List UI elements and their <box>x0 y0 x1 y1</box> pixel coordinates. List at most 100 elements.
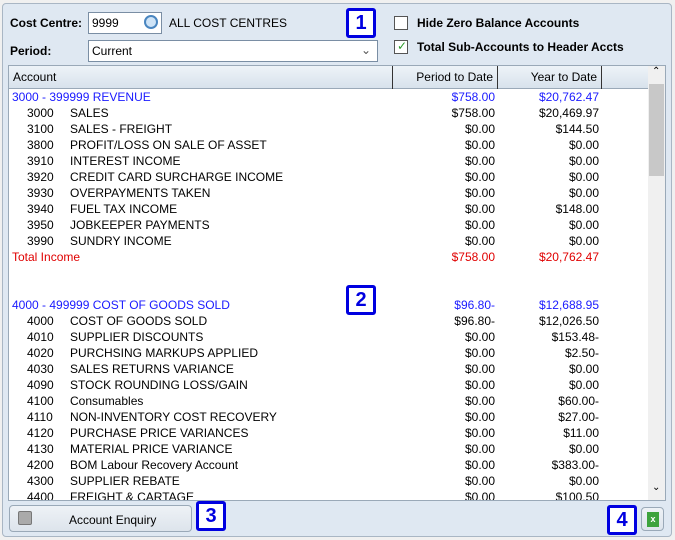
account-name: SALES <box>70 106 109 120</box>
scroll-up-icon[interactable]: ⌃ <box>652 66 660 77</box>
account-code: 3000 <box>27 106 54 120</box>
account-code: 4090 <box>27 378 54 392</box>
year-to-date-value: $27.00- <box>558 410 599 424</box>
scrollbar-thumb[interactable] <box>649 84 664 176</box>
hide-zero-label: Hide Zero Balance Accounts <box>417 16 580 30</box>
table-row[interactable]: 3940 FUEL TAX INCOME $0.00 $148.00 <box>9 201 649 217</box>
period-to-date-value: $0.00 <box>464 490 495 501</box>
table-row[interactable]: 4130 MATERIAL PRICE VARIANCE $0.00 $0.00 <box>9 441 649 457</box>
account-code: 3950 <box>27 218 54 232</box>
table-row[interactable]: 4030 SALES RETURNS VARIANCE $0.00 $0.00 <box>9 361 649 377</box>
table-row[interactable]: 3950 JOBKEEPER PAYMENTS $0.00 $0.00 <box>9 217 649 233</box>
account-code: 4030 <box>27 362 54 376</box>
account-code: 3800 <box>27 138 54 152</box>
period-to-date-value: $758.00 <box>451 106 495 120</box>
table-row[interactable]: 4120 PURCHASE PRICE VARIANCES $0.00 $11.00 <box>9 425 649 441</box>
account-code: 4020 <box>27 346 54 360</box>
year-to-date-value: $0.00 <box>568 234 599 248</box>
table-row[interactable]: 4000 COST OF GOODS SOLD $96.80- $12,026.50 <box>9 313 649 329</box>
column-header-account[interactable]: Account <box>9 66 393 89</box>
table-row[interactable]: 3920 CREDIT CARD SURCHARGE INCOME $0.00 $0.… <box>9 169 649 185</box>
checkmark-icon: ✓ <box>397 39 408 53</box>
table-row[interactable]: 4400 FREIGHT & CARTAGE $0.00 $100.50 <box>9 489 649 501</box>
blank-row <box>9 265 649 281</box>
account-code: 4400 <box>27 490 54 501</box>
account-name: Consumables <box>70 394 144 408</box>
year-to-date-value: $0.00 <box>568 154 599 168</box>
table-row[interactable]: 3000 SALES $758.00 $20,469.97 <box>9 105 649 121</box>
account-name: PURCHSING MARKUPS APPLIED <box>70 346 259 360</box>
account-name: BOM Labour Recovery Account <box>70 458 239 472</box>
scroll-down-icon[interactable]: ⌄ <box>652 482 660 493</box>
account-name: OVERPAYMENTS TAKEN <box>70 186 211 200</box>
year-to-date-value: $0.00 <box>568 186 599 200</box>
year-to-date-value: $12,688.95 <box>538 298 599 312</box>
year-to-date-value: $0.00 <box>568 170 599 184</box>
period-to-date-value: $0.00 <box>464 410 495 424</box>
account-name: MATERIAL PRICE VARIANCE <box>70 442 233 456</box>
account-name: SUPPLIER DISCOUNTS <box>70 330 204 344</box>
table-row[interactable]: 4200 BOM Labour Recovery Account $0.00 $383… <box>9 457 649 473</box>
table-row[interactable]: 3990 SUNDRY INCOME $0.00 $0.00 <box>9 233 649 249</box>
period-to-date-value: $0.00 <box>464 138 495 152</box>
search-icon[interactable] <box>144 15 158 29</box>
group-row[interactable]: 3000 - 399999 REVENUE $758.00 $20,762.47 <box>9 89 649 105</box>
account-enquiry-icon <box>18 511 32 525</box>
period-to-date-value: $0.00 <box>464 170 495 184</box>
account-name: SUPPLIER REBATE <box>70 474 180 488</box>
account-enquiry-button[interactable]: Account Enquiry <box>9 505 192 532</box>
table-row[interactable]: 4020 PURCHSING MARKUPS APPLIED $0.00 $2.50- <box>9 345 649 361</box>
account-code: 4000 <box>27 314 54 328</box>
total-sub-accounts-checkbox[interactable]: ✓ <box>394 39 408 54</box>
account-code: 4130 <box>27 442 54 456</box>
vertical-scrollbar[interactable]: ⌃ ⌄ <box>648 66 665 500</box>
cost-centre-name: ALL COST CENTRES <box>169 16 288 30</box>
cost-centre-input[interactable]: 9999 <box>88 12 162 34</box>
table-row[interactable]: 3910 INTEREST INCOME $0.00 $0.00 <box>9 153 649 169</box>
year-to-date-value: $20,469.97 <box>538 106 599 120</box>
period-to-date-value: $0.00 <box>464 234 495 248</box>
table-row[interactable]: 4110 NON-INVENTORY COST RECOVERY $0.00 $27.… <box>9 409 649 425</box>
cost-centre-label: Cost Centre: <box>10 16 83 30</box>
account-code: 4300 <box>27 474 54 488</box>
group-row[interactable]: 4000 - 499999 COST OF GOODS SOLD $96.80- $… <box>9 297 649 313</box>
year-to-date-value: $144.50 <box>555 122 599 136</box>
account-label: Total Income <box>12 250 81 264</box>
year-to-date-value: $20,762.47 <box>538 250 599 264</box>
account-name: FREIGHT & CARTAGE <box>70 490 195 501</box>
period-to-date-value: $0.00 <box>464 426 495 440</box>
account-code: 3930 <box>27 186 54 200</box>
year-to-date-value: $0.00 <box>568 378 599 392</box>
export-excel-button[interactable]: x <box>641 507 664 531</box>
table-row[interactable]: 4090 STOCK ROUNDING LOSS/GAIN $0.00 $0.00 <box>9 377 649 393</box>
column-header-period-to-date[interactable]: Period to Date <box>393 66 498 89</box>
account-name: JOBKEEPER PAYMENTS <box>70 218 210 232</box>
table-row[interactable]: 3100 SALES - FREIGHT $0.00 $144.50 <box>9 121 649 137</box>
account-name: NON-INVENTORY COST RECOVERY <box>70 410 277 424</box>
account-name: SUNDRY INCOME <box>70 234 172 248</box>
hide-zero-checkbox[interactable] <box>394 16 408 30</box>
year-to-date-value: $12,026.50 <box>538 314 599 328</box>
account-code: 3920 <box>27 170 54 184</box>
table-row[interactable]: 4100 Consumables $0.00 $60.00- <box>9 393 649 409</box>
account-label: 3000 - 399999 REVENUE <box>12 90 151 104</box>
accounts-table: Account Period to Date Year to Date 3000… <box>8 65 666 501</box>
table-row[interactable]: 4010 SUPPLIER DISCOUNTS $0.00 $153.48- <box>9 329 649 345</box>
column-header-year-to-date[interactable]: Year to Date <box>498 66 602 89</box>
account-name: COST OF GOODS SOLD <box>70 314 208 328</box>
period-select[interactable]: Current ⌄ <box>88 40 378 62</box>
year-to-date-value: $148.00 <box>555 202 599 216</box>
account-code: 3100 <box>27 122 54 136</box>
total-row[interactable]: Total Income $758.00 $20,762.47 <box>9 249 649 265</box>
table-row[interactable]: 4300 SUPPLIER REBATE $0.00 $0.00 <box>9 473 649 489</box>
blank-row <box>9 281 649 297</box>
cost-centre-value: 9999 <box>92 16 119 30</box>
period-to-date-value: $0.00 <box>464 474 495 488</box>
table-header: Account Period to Date Year to Date <box>9 66 649 89</box>
period-to-date-value: $0.00 <box>464 346 495 360</box>
account-name: CREDIT CARD SURCHARGE INCOME <box>70 170 284 184</box>
year-to-date-value: $60.00- <box>558 394 599 408</box>
table-row[interactable]: 3800 PROFIT/LOSS ON SALE OF ASSET $0.00 $0.… <box>9 137 649 153</box>
table-row[interactable]: 3930 OVERPAYMENTS TAKEN $0.00 $0.00 <box>9 185 649 201</box>
period-to-date-value: $96.80- <box>454 298 495 312</box>
